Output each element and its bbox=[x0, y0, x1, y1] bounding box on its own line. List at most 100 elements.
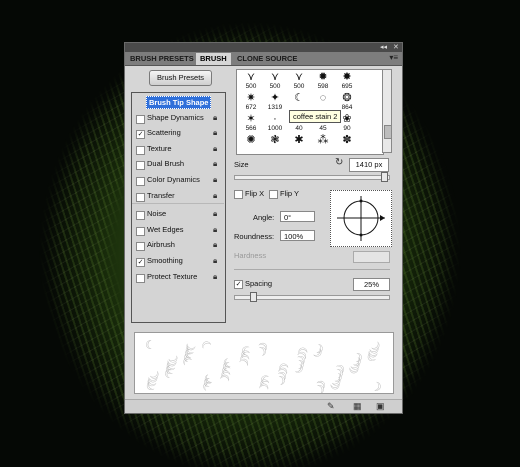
brush-tip-cell[interactable]: ✶ 566 bbox=[239, 113, 263, 133]
brush-tip-cell[interactable] bbox=[359, 92, 383, 112]
flip-x-checkbox[interactable]: Flip X bbox=[234, 189, 264, 199]
settings-item-brush-tip-shape[interactable]: Brush Tip Shape bbox=[132, 95, 224, 110]
settings-checkbox[interactable] bbox=[136, 114, 145, 124]
brush-tip-cell[interactable]: ✱ bbox=[287, 134, 311, 154]
lock-icon[interactable]: 🔒︎ bbox=[213, 113, 221, 123]
brush-tip-cell[interactable]: ✦ 1319 bbox=[263, 92, 287, 112]
brush-tip-icon: ❂ bbox=[342, 92, 352, 104]
scrollbar-thumb[interactable] bbox=[384, 125, 392, 139]
toggle-brush-preview-icon[interactable]: ✎ bbox=[327, 401, 335, 412]
brush-tip-icon: ✱ bbox=[294, 134, 304, 146]
settings-item-transfer[interactable]: Transfer 🔒︎ bbox=[132, 189, 224, 204]
brush-tip-icon bbox=[359, 92, 383, 104]
brush-tip-cell[interactable]: ❃ bbox=[263, 134, 287, 154]
brush-tip-cell[interactable]: ❂ 864 bbox=[335, 92, 359, 112]
spacing-checkbox[interactable]: ✓ Spacing bbox=[234, 279, 272, 289]
size-input[interactable]: 1410 px bbox=[349, 158, 389, 172]
brush-tip-cell[interactable]: ⋎ 500 bbox=[287, 71, 311, 91]
settings-item-wet-edges[interactable]: Wet Edges 🔒︎ bbox=[132, 223, 224, 238]
brush-tip-cell[interactable]: ✹ 598 bbox=[311, 71, 335, 91]
brush-tip-cell[interactable]: ⁂ bbox=[311, 134, 335, 154]
tab-brush-presets[interactable]: BRUSH PRESETS bbox=[126, 53, 198, 65]
size-slider[interactable] bbox=[234, 172, 390, 182]
lock-icon[interactable]: 🔒︎ bbox=[213, 175, 221, 185]
brush-tip-size: 500 bbox=[293, 83, 305, 90]
settings-item-label: Shape Dynamics bbox=[147, 112, 204, 122]
tab-brush[interactable]: BRUSH bbox=[196, 53, 231, 65]
preview-stroke-mark: ☾ bbox=[351, 349, 364, 365]
tab-clone-source[interactable]: CLONE SOURCE bbox=[233, 53, 301, 65]
brush-tip-size: 45 bbox=[319, 125, 327, 132]
settings-item-color-dynamics[interactable]: Color Dynamics 🔒︎ bbox=[132, 173, 224, 188]
brush-tip-size: 695 bbox=[341, 83, 353, 90]
grid-icon[interactable]: ▦ bbox=[353, 401, 362, 412]
brush-grid-scrollbar[interactable] bbox=[382, 69, 392, 153]
brush-tip-cell[interactable]: · 1000 bbox=[263, 113, 287, 133]
settings-item-label: Color Dynamics bbox=[147, 175, 200, 184]
lock-icon[interactable]: 🔒︎ bbox=[213, 256, 221, 266]
settings-checkbox[interactable] bbox=[136, 273, 145, 283]
settings-checkbox[interactable] bbox=[136, 192, 145, 202]
spacing-input[interactable]: 25% bbox=[353, 278, 390, 291]
brush-tip-icon: ✽ bbox=[342, 134, 352, 146]
brush-tip-icon: ✹ bbox=[318, 71, 328, 83]
flip-y-checkbox[interactable]: Flip Y bbox=[269, 189, 299, 199]
settings-checkbox[interactable]: ✓ bbox=[136, 130, 145, 140]
brush-presets-button[interactable]: Brush Presets bbox=[149, 70, 212, 86]
settings-item-smoothing[interactable]: ✓ Smoothing 🔒︎ bbox=[132, 254, 224, 269]
lock-icon[interactable]: 🔒︎ bbox=[213, 272, 221, 282]
settings-item-shape-dynamics[interactable]: Shape Dynamics 🔒︎ bbox=[132, 111, 224, 126]
reset-size-icon[interactable]: ↻ bbox=[335, 157, 343, 168]
lock-icon[interactable]: 🔒︎ bbox=[213, 128, 221, 138]
settings-checkbox[interactable] bbox=[136, 211, 145, 221]
settings-checkbox[interactable] bbox=[136, 226, 145, 236]
brush-tip-icon bbox=[359, 134, 383, 146]
collapse-icon[interactable]: ◂◂ bbox=[380, 43, 387, 52]
brush-tip-cell[interactable]: ✸ 695 bbox=[335, 71, 359, 91]
brush-tip-cell[interactable] bbox=[359, 71, 383, 91]
new-preset-icon[interactable]: ▣ bbox=[376, 401, 385, 412]
lock-icon[interactable]: 🔒︎ bbox=[213, 240, 221, 250]
brush-tip-cell[interactable]: ✷ 672 bbox=[239, 92, 263, 112]
lock-icon[interactable]: 🔒︎ bbox=[213, 159, 221, 169]
settings-item-airbrush[interactable]: Airbrush 🔒︎ bbox=[132, 238, 224, 253]
brush-tip-cell[interactable]: ◌ bbox=[311, 92, 335, 112]
lock-icon[interactable]: 🔒︎ bbox=[213, 225, 221, 235]
settings-checkbox[interactable] bbox=[136, 145, 145, 155]
brush-tip-cell[interactable]: ✽ bbox=[335, 134, 359, 154]
brush-tip-cell[interactable]: ⋎ 500 bbox=[263, 71, 287, 91]
spacing-slider[interactable] bbox=[234, 292, 390, 302]
brush-tip-cell[interactable] bbox=[359, 113, 383, 133]
roundness-input[interactable]: 100% bbox=[280, 230, 315, 241]
settings-checkbox[interactable] bbox=[136, 177, 145, 186]
settings-checkbox[interactable]: ✓ bbox=[136, 258, 145, 267]
lock-icon[interactable]: 🔒︎ bbox=[213, 209, 221, 219]
flip-y-label: Flip Y bbox=[280, 189, 300, 198]
size-slider-knob[interactable] bbox=[381, 172, 389, 182]
settings-item-texture[interactable]: Texture 🔒︎ bbox=[132, 142, 224, 157]
brush-tip-cell[interactable]: ✺ bbox=[239, 134, 263, 154]
hardness-label: Hardness bbox=[234, 251, 267, 260]
settings-item-label: Brush Tip Shape bbox=[146, 96, 212, 109]
brush-tip-size: 566 bbox=[245, 125, 257, 132]
brush-tip-cell[interactable]: ☾ bbox=[287, 92, 311, 112]
panel-menu-icon[interactable]: ▾≡ bbox=[389, 53, 398, 62]
settings-item-noise[interactable]: Noise 🔒︎ bbox=[132, 207, 224, 222]
settings-checkbox[interactable] bbox=[136, 242, 145, 252]
angle-roundness-widget[interactable] bbox=[330, 190, 392, 247]
brush-tip-cell[interactable] bbox=[359, 134, 383, 154]
spacing-slider-knob[interactable] bbox=[250, 292, 258, 302]
settings-item-label: Noise bbox=[147, 209, 167, 219]
close-icon[interactable]: ✕ bbox=[393, 43, 399, 52]
brush-tooltip: coffee stain 2 bbox=[289, 110, 342, 123]
lock-icon[interactable]: 🔒︎ bbox=[213, 144, 221, 154]
brush-tip-cell[interactable]: ⋎ 500 bbox=[239, 71, 263, 91]
settings-checkbox[interactable] bbox=[136, 161, 145, 171]
angle-input[interactable]: 0° bbox=[280, 211, 315, 222]
settings-item-scattering[interactable]: ✓ Scattering 🔒︎ bbox=[132, 126, 224, 141]
settings-item-label: Protect Texture bbox=[147, 271, 198, 281]
settings-item-protect-texture[interactable]: Protect Texture 🔒︎ bbox=[132, 270, 224, 285]
lock-icon[interactable]: 🔒︎ bbox=[213, 191, 221, 201]
settings-item-dual-brush[interactable]: Dual Brush 🔒︎ bbox=[132, 157, 224, 172]
brush-tip-icon: ✦ bbox=[270, 92, 280, 104]
